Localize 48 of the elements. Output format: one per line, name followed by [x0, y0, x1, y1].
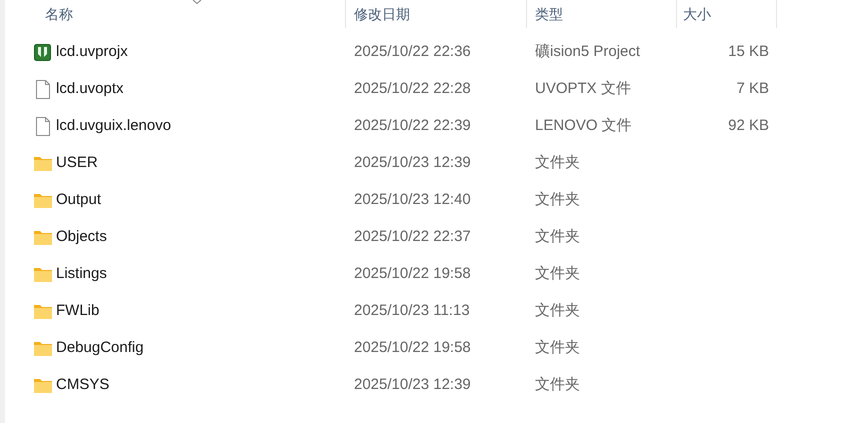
- file-size: 7 KB: [736, 80, 769, 98]
- sort-chevron-icon: [192, 0, 202, 4]
- modified-date: 2025/10/23 12:39: [354, 376, 471, 394]
- file-name[interactable]: CMSYS: [56, 376, 110, 394]
- file-type: 文件夹: [535, 376, 580, 394]
- file-name[interactable]: lcd.uvguix.lenovo: [56, 117, 172, 134]
- file-type: LENOVO 文件: [535, 117, 632, 134]
- file-name[interactable]: lcd.uvoptx: [56, 80, 124, 98]
- file-name[interactable]: FWLib: [56, 302, 100, 320]
- folder-icon: [34, 267, 52, 282]
- modified-date: 2025/10/22 19:58: [354, 265, 471, 282]
- file-name[interactable]: Objects: [56, 228, 107, 246]
- file-type: 文件夹: [535, 154, 580, 172]
- folder-icon: [34, 156, 52, 171]
- folder-icon: [34, 230, 52, 245]
- file-name[interactable]: lcd.uvprojx: [56, 43, 128, 60]
- file-name[interactable]: Listings: [56, 265, 107, 282]
- column-header[interactable]: 大小: [683, 4, 711, 24]
- file-name[interactable]: Output: [56, 191, 102, 208]
- file-name[interactable]: USER: [56, 154, 98, 172]
- modified-date: 2025/10/22 22:39: [354, 117, 471, 134]
- modified-date: 2025/10/23 11:13: [354, 302, 470, 320]
- folder-icon: [34, 378, 52, 393]
- app-logo-icon: [34, 44, 51, 61]
- folder-icon: [34, 341, 52, 356]
- file-type: 文件夹: [535, 302, 580, 320]
- file-size: 92 KB: [728, 117, 769, 134]
- file-type: 文件夹: [535, 191, 580, 208]
- modified-date: 2025/10/23 12:40: [354, 191, 471, 208]
- file-name[interactable]: DebugConfig: [56, 339, 144, 356]
- modified-date: 2025/10/22 22:36: [354, 43, 471, 60]
- file-type: 文件夹: [535, 228, 580, 246]
- modified-date: 2025/10/23 12:39: [354, 154, 471, 172]
- modified-date: 2025/10/22 22:28: [354, 80, 471, 98]
- file-type: UVOPTX 文件: [535, 80, 631, 98]
- file-type: 文件夹: [535, 265, 580, 282]
- modified-date: 2025/10/22 19:58: [354, 339, 471, 356]
- modified-date: 2025/10/22 22:37: [354, 228, 471, 246]
- file-icon: [36, 117, 50, 136]
- column-header[interactable]: 类型: [535, 4, 563, 24]
- file-type: 礦ision5 Project: [535, 43, 640, 60]
- column-header[interactable]: 修改日期: [354, 4, 410, 24]
- file-icon: [36, 80, 50, 99]
- folder-icon: [34, 193, 52, 208]
- folder-icon: [34, 304, 52, 319]
- column-header[interactable]: 名称: [45, 4, 73, 24]
- file-size: 15 KB: [728, 43, 769, 60]
- file-type: 文件夹: [535, 339, 580, 356]
